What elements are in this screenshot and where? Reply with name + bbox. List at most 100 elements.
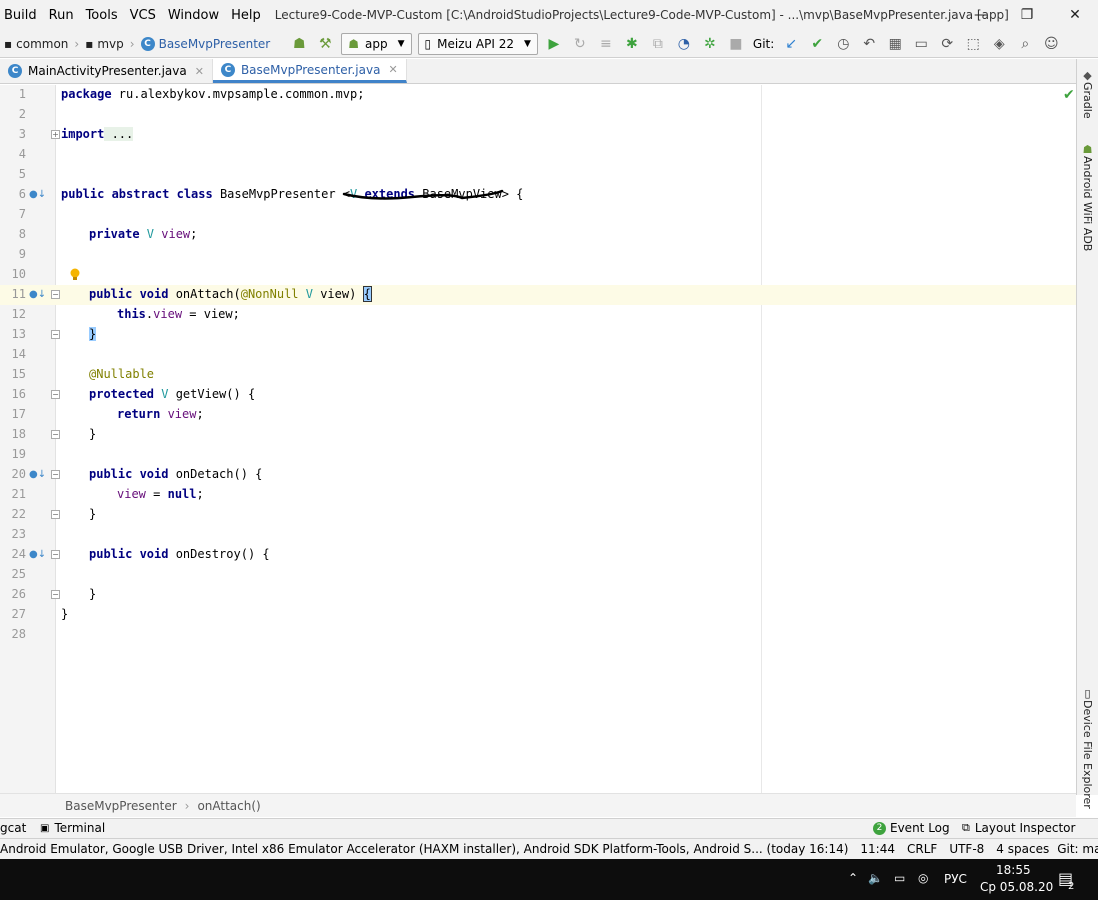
fold-minus-icon[interactable]: −	[51, 550, 60, 559]
project-structure-icon[interactable]: ▦	[882, 36, 908, 52]
indent-setting[interactable]: 4 spaces	[996, 842, 1049, 856]
folder-icon: ▪	[85, 36, 94, 51]
maximize-button[interactable]: ❐	[1004, 0, 1050, 30]
volume-icon[interactable]: 🔈	[868, 871, 883, 885]
code-token: ;	[196, 487, 204, 501]
file-encoding[interactable]: UTF-8	[949, 842, 984, 856]
status-message[interactable]: Android Emulator, Google USB Driver, Int…	[0, 842, 848, 856]
logcat-button[interactable]: gcat	[0, 821, 26, 835]
vcs-commit-icon[interactable]: ✔	[804, 36, 830, 52]
menu-window[interactable]: Window	[162, 8, 225, 23]
sync-gradle-icon[interactable]: ⟳	[934, 36, 960, 52]
layout-inspector-icon[interactable]: ◈	[986, 36, 1012, 52]
user-icon[interactable]: ☺	[1038, 36, 1064, 52]
clock-time[interactable]: 18:55	[996, 863, 1031, 877]
avd-manager-icon[interactable]: ▭	[908, 36, 934, 52]
device-file-explorer-button[interactable]: ▯ Device File Explorer	[1081, 687, 1094, 809]
code-text: package ru.alexbykov.mvpsample.common.mv…	[61, 87, 364, 101]
input-language[interactable]: РУС	[944, 872, 967, 886]
code-line: 28	[0, 625, 1076, 645]
gradle-panel-button[interactable]: ◆ Gradle	[1081, 69, 1094, 119]
tab-base-mvp-presenter[interactable]: C BaseMvpPresenter.java ✕	[212, 59, 407, 83]
profile-icon[interactable]: ◔	[671, 36, 697, 52]
close-window-button[interactable]: ✕	[1052, 0, 1098, 30]
layout-inspector-button[interactable]: ⧉ Layout Inspector	[962, 821, 1075, 835]
rerun-icon[interactable]: ↻	[567, 36, 593, 52]
close-icon[interactable]: ✕	[195, 65, 204, 78]
caret-position[interactable]: 11:44	[860, 842, 895, 856]
fold-minus-icon[interactable]: −	[51, 510, 60, 519]
code-text: public void onAttach(@NonNull V view) {	[89, 286, 372, 302]
run-icon[interactable]: ▶	[541, 36, 567, 52]
stop-icon[interactable]: ■	[723, 36, 749, 52]
app-tray-icon[interactable]: ◎	[918, 871, 928, 885]
rollback-icon[interactable]: ↶	[856, 36, 882, 52]
menu-help[interactable]: Help	[225, 8, 267, 23]
field: view	[117, 487, 146, 501]
breadcrumb-method[interactable]: onAttach()	[197, 799, 260, 813]
apply-changes-icon[interactable]: ≡	[593, 36, 619, 52]
device-select[interactable]: ▯ Meizu API 22 ▼	[417, 32, 538, 55]
fold-plus-icon[interactable]: +	[51, 130, 60, 139]
keyword: public void	[89, 547, 169, 561]
debug-attach-icon[interactable]: ✲	[697, 36, 723, 52]
tab-label: BaseMvpPresenter.java	[240, 62, 381, 77]
attach-debugger-icon[interactable]: ⧉	[645, 36, 671, 52]
history-icon[interactable]: ◷	[830, 36, 856, 52]
event-log-button[interactable]: 2 Event Log	[873, 821, 950, 835]
windows-taskbar: ⌃ 🔈 ▭ ◎ РУС 18:55 Ср 05.08.20 ▤ 2	[0, 859, 1098, 900]
android-icon: ☗	[348, 36, 359, 51]
menu-vcs[interactable]: VCS	[124, 8, 162, 23]
fold-minus-icon[interactable]: −	[51, 430, 60, 439]
lightbulb-icon[interactable]	[69, 268, 81, 282]
git-branch[interactable]: Git: master	[1057, 842, 1098, 856]
fold-minus-icon[interactable]: −	[51, 470, 60, 479]
clock-date[interactable]: Ср 05.08.20	[980, 880, 1053, 894]
fold-minus-icon[interactable]: −	[51, 330, 60, 339]
fold-minus-icon[interactable]: −	[51, 590, 60, 599]
android-icon[interactable]: ☗	[286, 36, 312, 52]
minimize-button[interactable]: —	[958, 0, 1004, 30]
implemented-icon[interactable]: ●↓	[29, 469, 46, 481]
notification-count: 2	[1068, 881, 1075, 892]
menu-tools[interactable]: Tools	[80, 8, 124, 23]
chevron-down-icon: ▼	[397, 38, 405, 49]
code-line: 10	[0, 265, 1076, 285]
code-editor[interactable]: ✔ 1 package ru.alexbykov.mvpsample.common…	[0, 85, 1076, 793]
code-line: 18 −}	[0, 425, 1076, 445]
hammer-icon[interactable]: ⚒	[312, 36, 338, 52]
code-text: public void onDetach() {	[89, 467, 262, 481]
menu-run[interactable]: Run	[43, 8, 80, 23]
wifi-adb-panel-button[interactable]: ☗ Android WiFi ADB	[1081, 143, 1094, 251]
keyword: return	[117, 407, 161, 421]
debug-icon[interactable]: ✱	[619, 36, 645, 52]
sdk-manager-icon[interactable]: ⬚	[960, 36, 986, 52]
run-config-select[interactable]: ☗ app ▼	[341, 32, 412, 55]
network-icon[interactable]: ▭	[894, 871, 905, 885]
fold-minus-icon[interactable]: −	[51, 290, 60, 299]
search-icon[interactable]: ⌕	[1012, 36, 1038, 52]
chevron-up-icon[interactable]: ⌃	[848, 871, 858, 885]
terminal-button[interactable]: ▣ Terminal	[40, 821, 105, 835]
chevron-down-icon: ▼	[523, 38, 531, 49]
breadcrumb-class[interactable]: BaseMvpPresenter	[65, 799, 177, 813]
line-separator[interactable]: CRLF	[907, 842, 937, 856]
folded-imports[interactable]: ...	[104, 127, 134, 141]
layout-inspector-label: Layout Inspector	[974, 821, 1076, 835]
implemented-icon[interactable]: ●↓	[29, 189, 46, 201]
menu-build[interactable]: Build	[0, 8, 43, 23]
close-icon[interactable]: ✕	[388, 63, 397, 76]
code-token: getView() {	[168, 387, 256, 401]
implemented-icon[interactable]: ●↓	[29, 289, 46, 301]
matched-brace: }	[89, 327, 97, 341]
fold-minus-icon[interactable]: −	[51, 390, 60, 399]
status-bar: Android Emulator, Google USB Driver, Int…	[0, 838, 1098, 859]
nav-crumb-common[interactable]: ▪ common	[0, 37, 72, 51]
nav-crumb-mvp[interactable]: ▪ mvp	[81, 37, 128, 51]
line-number: 15	[11, 367, 26, 381]
nav-crumb-class[interactable]: C BaseMvpPresenter	[137, 36, 275, 51]
vcs-update-icon[interactable]: ↙	[778, 36, 804, 52]
type-param: V	[154, 387, 169, 401]
implemented-icon[interactable]: ●↓	[29, 549, 46, 561]
tab-main-activity-presenter[interactable]: C MainActivityPresenter.java ✕	[0, 59, 213, 83]
